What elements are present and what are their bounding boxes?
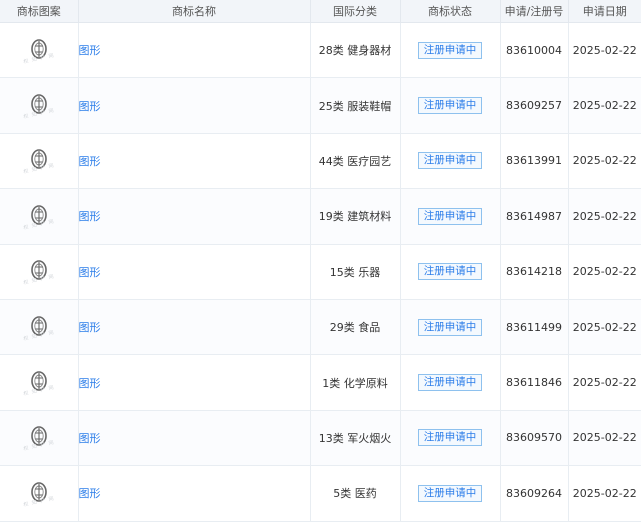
table-header-row: 商标图案 商标名称 国际分类 商标状态 申请/注册号 申请日期 bbox=[0, 0, 641, 23]
application-date: 2025-02-22 bbox=[568, 22, 641, 79]
header-logo: 商标图案 bbox=[0, 0, 79, 23]
status-cell: 注册申请中 bbox=[400, 410, 501, 467]
trademark-logo-cell[interactable]: 权 知 产 网 bbox=[0, 410, 79, 467]
trademark-name-cell: 图形 bbox=[78, 22, 311, 79]
intl-class: 5类 医药 bbox=[310, 465, 401, 522]
registration-number: 83610004 bbox=[500, 22, 569, 79]
status-badge: 注册申请中 bbox=[417, 484, 483, 502]
trademark-name-link[interactable]: 图形 bbox=[79, 321, 101, 334]
status-badge: 注册申请中 bbox=[417, 152, 483, 170]
status-badge: 注册申请中 bbox=[417, 429, 483, 447]
application-date: 2025-02-22 bbox=[568, 133, 641, 190]
trademark-logo-cell[interactable]: 权 知 产 网 bbox=[0, 77, 79, 134]
table-row[interactable]: 权 知 产 网 图形 5类 医药 注册申请中 83609264 2025-02-… bbox=[0, 465, 641, 522]
trademark-name-cell: 图形 bbox=[78, 133, 311, 190]
trademark-logo[interactable]: 权 知 产 网 bbox=[9, 29, 69, 69]
intl-class: 15类 乐器 bbox=[310, 244, 401, 300]
trademark-name-cell: 图形 bbox=[78, 465, 311, 522]
status-cell: 注册申请中 bbox=[400, 77, 501, 134]
status-cell: 注册申请中 bbox=[400, 188, 501, 245]
trademark-logo-cell[interactable]: 权 知 产 网 bbox=[0, 133, 79, 190]
trademark-name-cell: 图形 bbox=[78, 188, 311, 245]
status-badge: 注册申请中 bbox=[417, 318, 483, 336]
trademark-logo[interactable]: 权 知 产 网 bbox=[9, 195, 69, 235]
trademark-name-cell: 图形 bbox=[78, 354, 311, 411]
trademark-name-cell: 图形 bbox=[78, 410, 311, 467]
header-class[interactable]: 国际分类 bbox=[310, 0, 401, 23]
application-date: 2025-02-22 bbox=[568, 354, 641, 411]
intl-class: 19类 建筑材料 bbox=[310, 188, 401, 245]
registration-number: 83609257 bbox=[500, 77, 569, 134]
intl-class: 13类 军火烟火 bbox=[310, 410, 401, 467]
registration-number: 83609570 bbox=[500, 410, 569, 467]
registration-number: 83614987 bbox=[500, 188, 569, 245]
trademark-logo[interactable]: 权 知 产 网 bbox=[9, 361, 69, 401]
registration-number: 83611846 bbox=[500, 354, 569, 411]
trademark-name-link[interactable]: 图形 bbox=[79, 377, 101, 390]
trademark-name-cell: 图形 bbox=[78, 77, 311, 134]
status-cell: 注册申请中 bbox=[400, 133, 501, 190]
intl-class: 44类 医疗园艺 bbox=[310, 133, 401, 190]
trademark-logo-cell[interactable]: 权 知 产 网 bbox=[0, 299, 79, 356]
intl-class: 25类 服装鞋帽 bbox=[310, 77, 401, 134]
header-name[interactable]: 商标名称 bbox=[78, 0, 311, 23]
status-cell: 注册申请中 bbox=[400, 244, 501, 300]
trademark-logo[interactable]: 权 知 产 网 bbox=[9, 416, 69, 456]
trademark-logo-cell[interactable]: 权 知 产 网 bbox=[0, 354, 79, 411]
status-cell: 注册申请中 bbox=[400, 465, 501, 522]
table-row[interactable]: 权 知 产 网 图形 19类 建筑材料 注册申请中 83614987 2025-… bbox=[0, 188, 641, 245]
table-row[interactable]: 权 知 产 网 图形 1类 化学原料 注册申请中 83611846 2025-0… bbox=[0, 354, 641, 411]
table-row[interactable]: 权 知 产 网 图形 29类 食品 注册申请中 83611499 2025-02… bbox=[0, 299, 641, 356]
application-date: 2025-02-22 bbox=[568, 188, 641, 245]
trademark-name-link[interactable]: 图形 bbox=[79, 210, 101, 223]
trademark-logo-cell[interactable]: 权 知 产 网 bbox=[0, 22, 79, 79]
trademark-logo[interactable]: 权 知 产 网 bbox=[9, 84, 69, 124]
status-badge: 注册申请中 bbox=[417, 263, 483, 281]
trademark-logo[interactable]: 权 知 产 网 bbox=[9, 139, 69, 179]
trademark-logo-cell[interactable]: 权 知 产 网 bbox=[0, 188, 79, 245]
registration-number: 83611499 bbox=[500, 299, 569, 356]
trademark-name-link[interactable]: 图形 bbox=[79, 155, 101, 168]
trademark-logo[interactable]: 权 知 产 网 bbox=[9, 472, 69, 512]
trademark-name-cell: 图形 bbox=[78, 244, 311, 300]
status-badge: 注册申请中 bbox=[417, 97, 483, 115]
status-cell: 注册申请中 bbox=[400, 354, 501, 411]
status-cell: 注册申请中 bbox=[400, 299, 501, 356]
trademark-name-link[interactable]: 图形 bbox=[79, 44, 101, 57]
trademark-name-link[interactable]: 图形 bbox=[79, 266, 101, 279]
trademark-logo[interactable]: 权 知 产 网 bbox=[9, 250, 69, 290]
trademark-name-link[interactable]: 图形 bbox=[79, 487, 101, 500]
header-reg-no[interactable]: 申请/注册号 bbox=[500, 0, 569, 23]
status-badge: 注册申请中 bbox=[417, 374, 483, 392]
table-row[interactable]: 权 知 产 网 图形 28类 健身器材 注册申请中 83610004 2025-… bbox=[0, 22, 641, 79]
trademark-name-link[interactable]: 图形 bbox=[79, 100, 101, 113]
application-date: 2025-02-22 bbox=[568, 77, 641, 134]
status-cell: 注册申请中 bbox=[400, 22, 501, 79]
trademark-logo[interactable]: 权 知 产 网 bbox=[9, 306, 69, 346]
trademark-name-link[interactable]: 图形 bbox=[79, 432, 101, 445]
table-row[interactable]: 权 知 产 网 图形 13类 军火烟火 注册申请中 83609570 2025-… bbox=[0, 410, 641, 467]
registration-number: 83609264 bbox=[500, 465, 569, 522]
intl-class: 1类 化学原料 bbox=[310, 354, 401, 411]
header-date[interactable]: 申请日期 bbox=[568, 0, 641, 23]
trademark-logo-cell[interactable]: 权 知 产 网 bbox=[0, 465, 79, 522]
status-badge: 注册申请中 bbox=[417, 207, 483, 225]
application-date: 2025-02-22 bbox=[568, 299, 641, 356]
table-row[interactable]: 权 知 产 网 图形 15类 乐器 注册申请中 83614218 2025-02… bbox=[0, 244, 641, 300]
application-date: 2025-02-22 bbox=[568, 410, 641, 467]
trademark-table: 商标图案 商标名称 国际分类 商标状态 申请/注册号 申请日期 权 知 产 网 bbox=[0, 0, 641, 522]
table-row[interactable]: 权 知 产 网 图形 44类 医疗园艺 注册申请中 83613991 2025-… bbox=[0, 133, 641, 190]
intl-class: 28类 健身器材 bbox=[310, 22, 401, 79]
registration-number: 83613991 bbox=[500, 133, 569, 190]
trademark-logo-cell[interactable]: 权 知 产 网 bbox=[0, 244, 79, 300]
application-date: 2025-02-22 bbox=[568, 244, 641, 300]
registration-number: 83614218 bbox=[500, 244, 569, 300]
table-row[interactable]: 权 知 产 网 图形 25类 服装鞋帽 注册申请中 83609257 2025-… bbox=[0, 77, 641, 134]
application-date: 2025-02-22 bbox=[568, 465, 641, 522]
status-badge: 注册申请中 bbox=[417, 41, 483, 59]
header-status[interactable]: 商标状态 bbox=[400, 0, 501, 23]
intl-class: 29类 食品 bbox=[310, 299, 401, 356]
trademark-name-cell: 图形 bbox=[78, 299, 311, 356]
